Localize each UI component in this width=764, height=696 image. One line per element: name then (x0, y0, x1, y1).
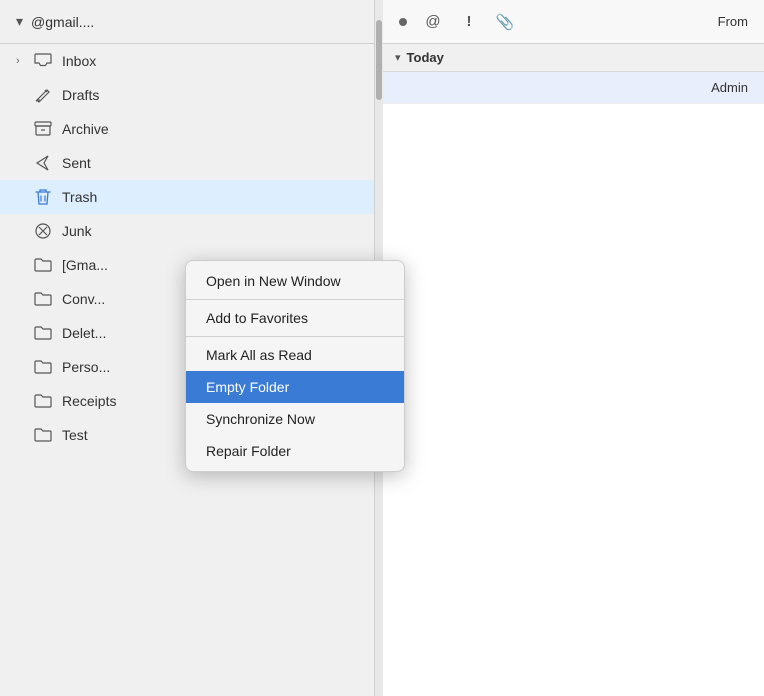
folder-icon-test (32, 424, 54, 446)
sidebar-item-trash[interactable]: Trash (0, 180, 374, 214)
exclamation-icon: ! (459, 12, 479, 32)
sidebar-item-label-sent: Sent (62, 155, 91, 171)
folder-icon-gmail (32, 254, 54, 276)
context-menu-item-mark-all-read[interactable]: Mark All as Read (186, 339, 404, 371)
sidebar-item-label-archive: Archive (62, 121, 109, 137)
context-menu-item-repair-folder[interactable]: Repair Folder (186, 435, 404, 467)
sidebar-item-archive[interactable]: Archive (0, 112, 374, 146)
sidebar-item-label-test: Test (62, 427, 88, 443)
at-icon: @ (423, 12, 443, 32)
main-header: @ ! 📎 From (383, 0, 764, 44)
sent-icon (32, 152, 54, 174)
expand-arrow-icon: › (16, 55, 32, 67)
context-menu-item-empty-folder[interactable]: Empty Folder (186, 371, 404, 403)
context-menu-divider-2 (186, 336, 404, 337)
sidebar-item-label-drafts: Drafts (62, 87, 99, 103)
account-name: @gmail.... (31, 14, 94, 30)
folder-icon-receipts (32, 390, 54, 412)
sidebar-item-label-inbox: Inbox (62, 53, 96, 69)
sidebar-item-label-junk: Junk (62, 223, 92, 239)
paperclip-icon: 📎 (495, 12, 515, 32)
junk-icon (32, 220, 54, 242)
context-menu-item-synchronize-now[interactable]: Synchronize Now (186, 403, 404, 435)
dot-icon (399, 18, 407, 26)
scrollbar-thumb[interactable] (376, 20, 382, 100)
drafts-icon (32, 84, 54, 106)
sidebar-item-inbox[interactable]: › Inbox (0, 44, 374, 78)
context-menu-divider-1 (186, 299, 404, 300)
today-chevron-icon: ▾ (395, 51, 401, 64)
context-menu-item-add-to-favorites[interactable]: Add to Favorites (186, 302, 404, 334)
sidebar-item-label-gmail: [Gma... (62, 257, 108, 273)
archive-icon (32, 118, 54, 140)
main-content: @ ! 📎 From ▾ Today Admin (383, 0, 764, 696)
today-section: ▾ Today (383, 44, 764, 72)
sidebar-header: ▾ @gmail.... (0, 0, 374, 44)
sidebar-item-label-pers: Perso... (62, 359, 110, 375)
today-label: Today (407, 50, 444, 65)
email-row[interactable]: Admin (383, 72, 764, 104)
folder-icon-delet (32, 322, 54, 344)
chevron-down-icon[interactable]: ▾ (16, 13, 23, 30)
sidebar-item-label-conv: Conv... (62, 291, 105, 307)
inbox-icon (32, 50, 54, 72)
sidebar-item-label-receipts: Receipts (62, 393, 116, 409)
folder-icon-pers (32, 356, 54, 378)
sidebar-item-label-trash: Trash (62, 189, 97, 205)
sidebar-item-junk[interactable]: Junk (0, 214, 374, 248)
trash-icon (32, 186, 54, 208)
sidebar-item-label-delet: Delet... (62, 325, 106, 341)
email-sender: Admin (711, 80, 748, 95)
from-label: From (718, 14, 748, 29)
context-menu-item-open-new-window[interactable]: Open in New Window (186, 265, 404, 297)
context-menu: Open in New Window Add to Favorites Mark… (185, 260, 405, 472)
folder-icon-conv (32, 288, 54, 310)
sidebar-item-drafts[interactable]: Drafts (0, 78, 374, 112)
sidebar-item-sent[interactable]: Sent (0, 146, 374, 180)
